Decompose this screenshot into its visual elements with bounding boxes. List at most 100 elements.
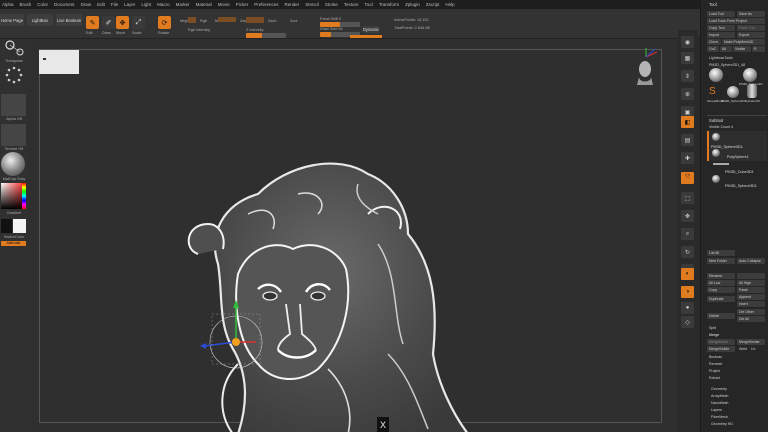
- all-low-button[interactable]: All Low: [707, 280, 735, 286]
- bpr-icon[interactable]: ◉: [681, 36, 694, 48]
- solo-icon[interactable]: ●: [681, 302, 694, 314]
- remesh-section[interactable]: Remesh: [709, 362, 722, 366]
- scroll-icon[interactable]: ⇕: [681, 70, 694, 82]
- nanomesh-section[interactable]: NanoMesh: [711, 401, 728, 405]
- menu-item-light[interactable]: Light: [141, 2, 151, 7]
- visible-button[interactable]: Visible: [733, 46, 751, 52]
- alternate-button[interactable]: Alternate: [1, 241, 26, 246]
- menu-item-render[interactable]: Render: [284, 2, 299, 7]
- lightbox-tools-label[interactable]: Lightbox▸Tools: [709, 56, 733, 60]
- auto-collapse-button[interactable]: Auto Collapse: [737, 258, 765, 264]
- insert-button[interactable]: Insert: [737, 301, 765, 307]
- menu-item-movie[interactable]: Movie: [218, 2, 230, 7]
- merge-visible-button[interactable]: MergeVisible: [707, 346, 735, 352]
- arraymesh-section[interactable]: ArrayMesh: [711, 394, 728, 398]
- tool-thumb-sphere-3[interactable]: [727, 86, 739, 98]
- del-other-button[interactable]: Del Other: [737, 309, 765, 315]
- simple-brush-icon[interactable]: S: [709, 86, 721, 98]
- rename-button[interactable]: Rename: [707, 273, 735, 279]
- menu-item-layer[interactable]: Layer: [124, 2, 135, 7]
- rgb-intensity-slider[interactable]: [218, 17, 236, 22]
- home-page-button[interactable]: Home Page: [0, 14, 24, 26]
- z-intensity-slider[interactable]: [246, 33, 286, 38]
- dynamic-button[interactable]: Dynamic: [363, 26, 379, 33]
- menu-item-material[interactable]: Material: [196, 2, 212, 7]
- menu-item-color[interactable]: Color: [37, 2, 48, 7]
- scale-icon[interactable]: ⤢: [132, 16, 145, 29]
- r-button[interactable]: R: [752, 46, 765, 52]
- merge-down-button[interactable]: MergeDown: [707, 339, 735, 345]
- transp-icon[interactable]: ◐: [681, 268, 694, 280]
- append-button[interactable]: Append: [737, 294, 765, 300]
- menu-item-edit[interactable]: Edit: [97, 2, 105, 7]
- subtool-name-3[interactable]: PM3D_Cube3D1: [725, 170, 754, 174]
- rotate-view-icon[interactable]: ↻: [681, 246, 694, 258]
- material-sphere[interactable]: [1, 152, 25, 176]
- list-all-button[interactable]: List All: [707, 250, 735, 256]
- thumbnail-navigator[interactable]: [39, 50, 79, 74]
- mrgb-swatch[interactable]: [188, 17, 196, 23]
- weld-toggle[interactable]: Weld: [739, 347, 747, 351]
- ghost-icon[interactable]: ◑: [681, 286, 694, 298]
- spix-icon[interactable]: ▦: [681, 52, 694, 64]
- move-icon[interactable]: ✥: [116, 16, 129, 29]
- subtool-name-4[interactable]: PM3D_Sphere3D1: [725, 184, 757, 188]
- move-view-icon[interactable]: ✥: [681, 210, 694, 222]
- menu-item-alpha[interactable]: Alpha: [2, 2, 14, 7]
- primary-color-swatch[interactable]: [1, 219, 12, 233]
- menu-item-texture[interactable]: Texture: [344, 2, 359, 7]
- merge-similar-button[interactable]: MergeSimilar: [737, 339, 765, 345]
- all-high-button[interactable]: All High: [737, 280, 765, 286]
- frame-icon[interactable]: ⬚: [681, 192, 694, 204]
- load-tool-button[interactable]: Load Tool: [707, 11, 735, 17]
- layers-section[interactable]: Layers: [711, 408, 722, 412]
- duplicate-button[interactable]: Duplicate: [707, 296, 735, 302]
- paste-tool-button[interactable]: Paste Tool: [737, 25, 765, 31]
- transpose-icon[interactable]: [2, 39, 24, 57]
- hue-strip[interactable]: [22, 183, 26, 209]
- edit-icon[interactable]: ✎: [86, 16, 99, 29]
- menu-item-help[interactable]: Help: [445, 2, 454, 7]
- export-button[interactable]: Export: [737, 32, 765, 38]
- del-all-button[interactable]: Del All: [737, 316, 765, 322]
- menu-item-macro[interactable]: Macro: [157, 2, 170, 7]
- copy-tool-button[interactable]: Copy Tool: [707, 25, 735, 31]
- texture-tile[interactable]: [1, 124, 26, 146]
- copy-button[interactable]: Copy: [707, 287, 735, 293]
- zoom-icon[interactable]: ⊕: [681, 88, 694, 100]
- fibermesh-section[interactable]: FiberMesh: [711, 415, 728, 419]
- menu-item-preferences[interactable]: Preferences: [254, 2, 278, 7]
- menu-item-marker[interactable]: Marker: [176, 2, 190, 7]
- menu-item-picker[interactable]: Picker: [236, 2, 249, 7]
- zsub-toggle[interactable]: Zsub: [268, 19, 276, 23]
- delete-button[interactable]: Delete: [707, 313, 735, 319]
- menu-item-stroke[interactable]: Stroke: [325, 2, 338, 7]
- merge-section[interactable]: Merge: [709, 333, 719, 337]
- all-button[interactable]: All: [720, 46, 732, 52]
- geometry-section[interactable]: Geometry: [711, 387, 727, 391]
- menu-item-tool[interactable]: Tool: [365, 2, 373, 7]
- tool-thumb-sphere-2[interactable]: [743, 68, 757, 82]
- zcut-toggle[interactable]: Zcut: [290, 19, 297, 23]
- subtool-header[interactable]: Subtool: [709, 118, 723, 123]
- xyz-icon[interactable]: ⤧: [681, 172, 694, 184]
- load-tools-from-project-button[interactable]: Load Tools From Project: [707, 18, 765, 24]
- floor-icon[interactable]: ▤: [681, 134, 694, 146]
- xpose-icon[interactable]: ◇: [681, 316, 694, 328]
- project-section[interactable]: Project: [709, 369, 720, 373]
- tool-thumb-cylinder[interactable]: [747, 84, 757, 98]
- switch-color-label[interactable]: SwitchColor: [1, 235, 27, 239]
- menu-item-transform[interactable]: Transform: [379, 2, 399, 7]
- save-as-button[interactable]: Save As: [737, 11, 765, 17]
- subtool-name-2[interactable]: PolySphere1: [727, 155, 749, 159]
- draw-icon[interactable]: ✐: [102, 16, 115, 29]
- lion-sculpture-mesh[interactable]: [178, 154, 478, 432]
- menu-item-zplugin[interactable]: Zplugin: [405, 2, 420, 7]
- clone-button[interactable]: Clone: [707, 39, 721, 45]
- uv-toggle[interactable]: Uv: [751, 347, 755, 351]
- local-icon[interactable]: ✚: [681, 152, 694, 164]
- split-section[interactable]: Split: [709, 326, 716, 330]
- live-boolean-button[interactable]: Live Boolean: [56, 14, 82, 26]
- menu-item-draw[interactable]: Draw: [81, 2, 92, 7]
- menu-item-brush[interactable]: Brush: [20, 2, 32, 7]
